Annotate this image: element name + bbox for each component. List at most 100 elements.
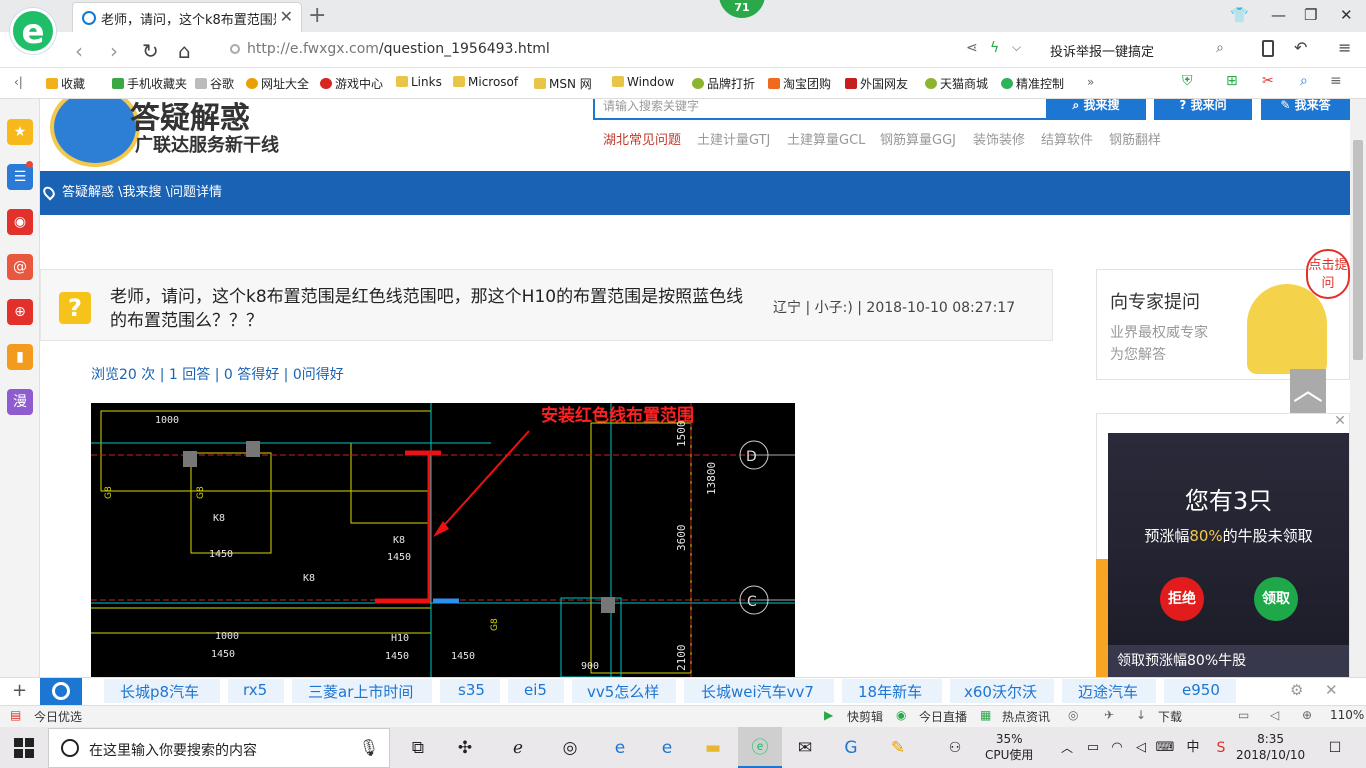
windows-start-icon[interactable] [14,738,34,758]
click-ask-bubble[interactable]: 点击提问 [1306,249,1350,299]
speed-icon[interactable]: ◎ [1068,708,1078,722]
hot-link[interactable]: 土建算量GCL [787,129,865,148]
status-item[interactable]: 今日直播 [919,708,967,725]
report-link[interactable]: 投诉举报一键搞定 [1050,41,1154,60]
keyboard-icon[interactable]: ⌨ [1150,733,1180,763]
weibo-icon[interactable]: ◉ [7,209,33,235]
bookmark-item[interactable]: 天猫商城 [925,75,988,92]
hot-link[interactable]: 湖北常见问题 [603,129,681,148]
bookmark-item[interactable]: 收藏 [46,75,85,92]
ask-button[interactable]: ? 我来问 [1154,99,1252,120]
edge-icon[interactable]: e [605,733,635,763]
window-icon[interactable]: ▭ [1238,708,1249,722]
browser-e-icon[interactable]: ℯ [503,733,533,763]
scrollbar-thumb[interactable] [1353,140,1363,360]
ad-footer[interactable]: 领取预涨幅80%牛股 [1108,645,1349,677]
menu-icon[interactable]: ≡ [1330,73,1342,89]
status-item[interactable]: 快剪辑 [847,708,883,725]
forward-icon[interactable]: › [110,39,118,63]
stock-ad-popup[interactable]: 您有3只 预涨幅80%的牛股未领取 拒绝 领取 领取预涨幅80%牛股 [1108,433,1349,677]
file-explorer-icon[interactable]: ▬ [698,733,728,763]
bookmark-item[interactable]: Microsof [453,75,518,89]
hot-word[interactable]: rx5 [243,681,267,699]
bookmark-item[interactable]: 品牌打折 [692,75,755,92]
tab-active[interactable]: 老师，请问，这个k8布置范围是红色线范围吧，那这个H10的布置范围是按照蓝色线的… [72,2,302,32]
hot-word[interactable]: 迈途汽车 [1078,681,1138,702]
bookmark-item[interactable]: 外国网友 [845,75,908,92]
shirt-skin-icon[interactable]: 👕 [1230,6,1249,24]
lightning-icon[interactable]: ϟ [990,40,999,56]
chevron-down-icon[interactable]: ⌵ [1012,40,1021,55]
home-icon[interactable]: ⌂ [178,39,191,63]
notepad-icon[interactable]: ✎ [883,733,913,763]
browser-logo-icon[interactable]: e [10,8,56,54]
back-icon[interactable]: ‹ [75,39,83,63]
menu-icon[interactable]: ≡ [1338,38,1351,57]
mail-icon[interactable]: @ [7,254,33,280]
share-icon[interactable]: ⋖ [966,40,978,56]
breadcrumb-text[interactable]: 答疑解惑 \我来搜 \问题详情 [62,185,222,200]
hot-word[interactable]: 长城p8汽车 [120,681,199,702]
pinwheel-app-icon[interactable]: ✣ [450,733,480,763]
favorites-star-icon[interactable]: ★ [7,119,33,145]
bookmark-item[interactable]: 精准控制 [1001,75,1064,92]
sogou-icon[interactable]: S [1206,733,1236,763]
bookmark-item[interactable]: Window [612,75,674,89]
ime-indicator[interactable]: 中 [1178,733,1208,763]
close-icon[interactable]: ✕ [1325,681,1338,699]
magnifier-icon[interactable]: ⌕ [1300,73,1308,89]
grid-icon[interactable]: ⊞ [1226,73,1238,89]
hot-link[interactable]: 土建计量GTJ [697,129,770,148]
hot-link[interactable]: 装饰装修 [973,129,1025,148]
notifications-icon[interactable]: ☐ [1320,733,1350,763]
hot-word[interactable]: 长城wei汽车vv7 [701,681,814,702]
hot-link[interactable]: 结算软件 [1041,129,1093,148]
hot-link[interactable]: 钢筋算量GGJ [880,129,956,148]
site-info-icon[interactable] [230,44,240,54]
cpu-meter[interactable]: 35% CPU使用 [985,731,1033,763]
ie-icon[interactable]: e [652,733,682,763]
status-item[interactable]: 热点资讯 [1002,708,1050,725]
people-icon[interactable]: ⚇ [940,733,970,763]
bookmark-item[interactable]: 手机收藏夹 [112,75,187,92]
add-icon[interactable]: + [12,680,27,701]
collapse-icon[interactable]: ‹| [14,75,23,89]
swirl-app-icon[interactable]: ◎ [555,733,585,763]
more-bookmarks-icon[interactable]: » [1087,75,1094,89]
close-window-icon[interactable]: ✕ [1340,6,1353,24]
site-mascot-logo[interactable] [50,99,140,167]
refresh-icon[interactable]: ↻ [142,39,159,63]
book-icon[interactable]: ▮ [7,344,33,370]
hot-word[interactable]: 三菱ar上市时间 [308,681,413,702]
settings-gear-icon[interactable]: ⚙ [1290,681,1303,699]
status-item[interactable]: 下载 [1158,708,1182,725]
hot-word[interactable]: 18年新车 [858,681,922,702]
scissors-icon[interactable]: ✂ [1262,73,1274,89]
clock[interactable]: 8:35 2018/10/10 [1236,731,1305,763]
hot-word[interactable]: x60沃尔沃 [964,681,1037,702]
new-tab-button[interactable]: + [308,3,326,28]
shield-icon[interactable]: ⛨ [1182,73,1193,89]
taskbar-search-input[interactable]: 在这里输入你要搜索的内容 🎙 [48,728,390,768]
search-icon[interactable]: ⌕ [1216,40,1224,56]
ad-close-icon[interactable]: ✕ [1330,413,1350,433]
tab-close-icon[interactable]: ✕ [280,7,293,26]
pin-icon[interactable]: ✈ [1104,708,1114,722]
back-to-top-button[interactable]: ︿ [1290,369,1326,413]
task-view-icon[interactable]: ⧉ [403,733,433,763]
search-ring-icon[interactable] [40,678,82,705]
mute-icon[interactable]: ◁ [1270,708,1279,722]
mobile-icon[interactable] [1262,40,1274,57]
zoom-level[interactable]: 110% [1330,708,1364,722]
mail-app-icon[interactable]: ✉ [790,733,820,763]
bookmark-item[interactable]: 淘宝团购 [768,75,831,92]
minimize-icon[interactable]: — [1271,6,1286,24]
hot-word[interactable]: ei5 [524,681,547,699]
glodon-g-icon[interactable]: G [836,733,866,763]
answer-button[interactable]: ✎ 我来答 [1261,99,1350,120]
accept-button[interactable]: 领取 [1254,577,1298,621]
microphone-icon[interactable]: 🎙 [359,738,379,757]
today-pick-link[interactable]: 今日优选 [34,708,82,725]
bookmark-item[interactable]: MSN 网 [534,75,592,92]
game-icon[interactable]: ⊕ [7,299,33,325]
